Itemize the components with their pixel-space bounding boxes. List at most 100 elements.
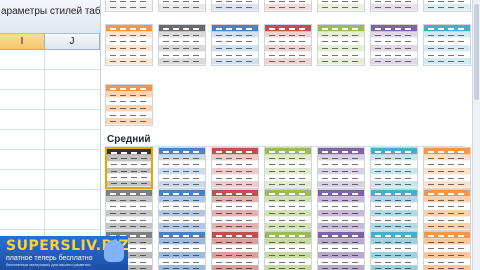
swatch-row (318, 190, 364, 197)
style-medium-row2-6[interactable] (370, 189, 418, 231)
swatch-row (265, 58, 311, 66)
style-light-row2-4[interactable] (264, 24, 312, 66)
swatch-row (265, 216, 311, 224)
style-medium-row2-2[interactable] (158, 189, 206, 231)
column-header-i[interactable]: I (0, 34, 45, 49)
style-light-row1-1[interactable] (105, 0, 153, 12)
swatch-row (371, 181, 417, 189)
swatch-row (424, 51, 470, 59)
swatch-row (318, 245, 364, 253)
swatch-row (371, 258, 417, 266)
swatch-row (212, 245, 258, 253)
swatch-row (265, 252, 311, 259)
swatch-row (265, 238, 311, 246)
swatch-row (424, 161, 470, 169)
style-light-row1-3[interactable] (211, 0, 259, 12)
style-medium-row2-1[interactable] (105, 189, 153, 231)
style-medium-row2-3[interactable] (211, 189, 259, 231)
style-medium-row2-7[interactable] (423, 189, 471, 231)
style-light-row2-2[interactable] (158, 24, 206, 66)
swatch-row (424, 223, 470, 231)
swatch-row (424, 258, 470, 266)
swatch-row (212, 168, 258, 175)
swatch-row (159, 252, 205, 259)
swatch-row (424, 232, 470, 239)
swatch-row (371, 174, 417, 182)
column-header-row: I J (0, 34, 100, 50)
swatch-row (371, 265, 417, 270)
style-light-row1-2[interactable] (158, 0, 206, 12)
swatch-row (212, 38, 258, 46)
swatch-row (265, 4, 311, 12)
swatch-row (212, 45, 258, 52)
swatch-row (159, 203, 205, 211)
style-medium-row1-6[interactable] (370, 147, 418, 189)
swatch-row (159, 51, 205, 59)
swatch-row (106, 223, 152, 231)
style-light-row1-7[interactable] (423, 0, 471, 12)
style-light-row1-4[interactable] (264, 0, 312, 12)
swatch-row (424, 238, 470, 246)
swatch-row (371, 196, 417, 204)
style-medium-row3-3[interactable] (211, 231, 259, 270)
swatch-row (318, 203, 364, 211)
style-medium-row3-5[interactable] (317, 231, 365, 270)
style-medium-row1-5[interactable] (317, 147, 365, 189)
swatch-row (159, 216, 205, 224)
swatch-row (424, 45, 470, 52)
swatch-row (212, 148, 258, 155)
swatch-row (371, 190, 417, 197)
swatch-row (318, 168, 364, 175)
swatch-row (106, 105, 152, 112)
gallery-scrollbar[interactable] (472, 0, 480, 270)
swatch-row (371, 245, 417, 253)
style-medium-row1-7[interactable] (423, 147, 471, 189)
style-medium-row1-1[interactable] (105, 147, 153, 189)
swatch-row (318, 161, 364, 169)
swatch-row (159, 265, 205, 270)
style-medium-row1-3[interactable] (211, 147, 259, 189)
swatch-row (265, 51, 311, 59)
swatch-row (265, 223, 311, 231)
swatch-row (106, 51, 152, 59)
style-medium-row2-4[interactable] (264, 189, 312, 231)
column-header-j[interactable]: J (45, 34, 100, 49)
swatch-row (318, 265, 364, 270)
style-light-row2-7[interactable] (423, 24, 471, 66)
swatch-row (212, 252, 258, 259)
scrollbar-thumb[interactable] (474, 4, 479, 100)
swatch-row (159, 223, 205, 231)
swatch-row (318, 25, 364, 32)
style-medium-row3-6[interactable] (370, 231, 418, 270)
style-medium-row3-4[interactable] (264, 231, 312, 270)
style-medium-row2-5[interactable] (317, 189, 365, 231)
style-medium-row1-2[interactable] (158, 147, 206, 189)
swatch-row (318, 223, 364, 231)
swatch-row (265, 258, 311, 266)
swatch-row (424, 203, 470, 211)
swatch-row (159, 38, 205, 46)
style-light-row2-1[interactable] (105, 24, 153, 66)
style-light-row3-1[interactable] (105, 84, 153, 126)
style-light-row2-6[interactable] (370, 24, 418, 66)
swatch-row (371, 216, 417, 224)
swatch-row (212, 196, 258, 204)
style-light-row2-5[interactable] (317, 24, 365, 66)
swatch-row (106, 85, 152, 92)
style-light-row1-6[interactable] (370, 0, 418, 12)
swatch-row (106, 4, 152, 12)
swatch-row (371, 168, 417, 175)
style-medium-row3-2[interactable] (158, 231, 206, 270)
swatch-row (106, 45, 152, 52)
table-style-options-label: араметры стилей таблиц (1, 6, 100, 17)
swatch-row (371, 31, 417, 39)
style-medium-row1-4[interactable] (264, 147, 312, 189)
swatch-row (106, 58, 152, 66)
style-medium-row3-7[interactable] (423, 231, 471, 270)
style-light-row2-3[interactable] (211, 24, 259, 66)
swatch-row (424, 245, 470, 253)
swatch-row (318, 181, 364, 189)
style-light-row1-5[interactable] (317, 0, 365, 12)
watermark-logo: SUPERSLIV.BIZ платное теперь бесплатно б… (0, 236, 129, 270)
swatch-row (106, 203, 152, 211)
